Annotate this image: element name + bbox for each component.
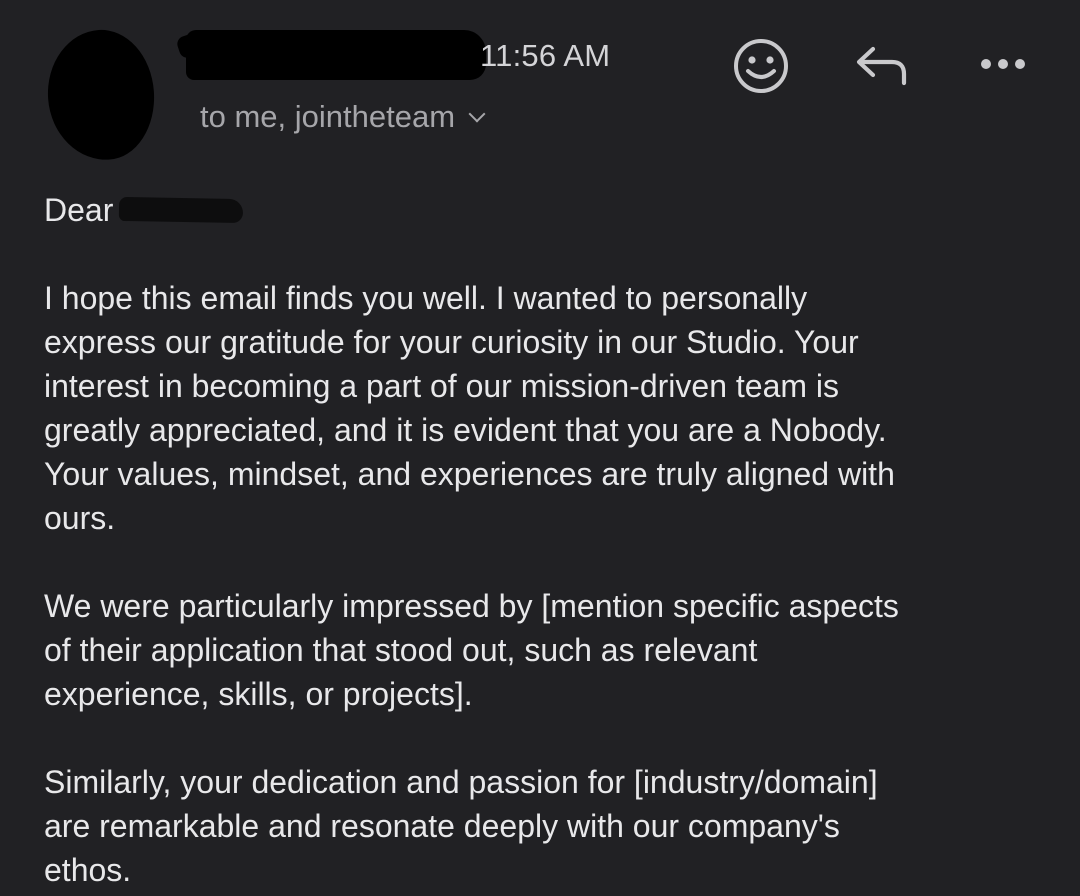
recipients-label: to me, jointheteam: [200, 99, 456, 134]
recipients-toggle[interactable]: to me, jointheteam: [200, 99, 486, 135]
email-body: Dear I hope this email finds you well. I…: [44, 188, 1044, 892]
email-header: 11:56 AM to me, jointheteam: [0, 0, 1080, 170]
greeting-text: Dear: [44, 192, 114, 228]
reply-arrow-icon: [856, 46, 907, 86]
recipient-name-redacted: [119, 196, 244, 224]
smiley-face-icon: [734, 39, 788, 93]
sent-time: 11:56 AM: [480, 38, 611, 73]
body-paragraph-2: We were particularly impressed by [menti…: [44, 588, 899, 712]
add-reaction-button[interactable]: [732, 37, 790, 95]
body-paragraph-1: I hope this email finds you well. I want…: [44, 280, 895, 536]
greeting-line: Dear: [44, 188, 1044, 232]
more-dots-icon: [981, 59, 1025, 69]
reply-button[interactable]: [852, 40, 910, 90]
more-options-button[interactable]: [978, 54, 1028, 74]
sender-avatar[interactable]: [43, 26, 159, 164]
chevron-down-icon: [468, 105, 486, 123]
body-paragraph-3: Similarly, your dedication and passion f…: [44, 764, 878, 888]
sender-name-redacted: [186, 30, 486, 80]
